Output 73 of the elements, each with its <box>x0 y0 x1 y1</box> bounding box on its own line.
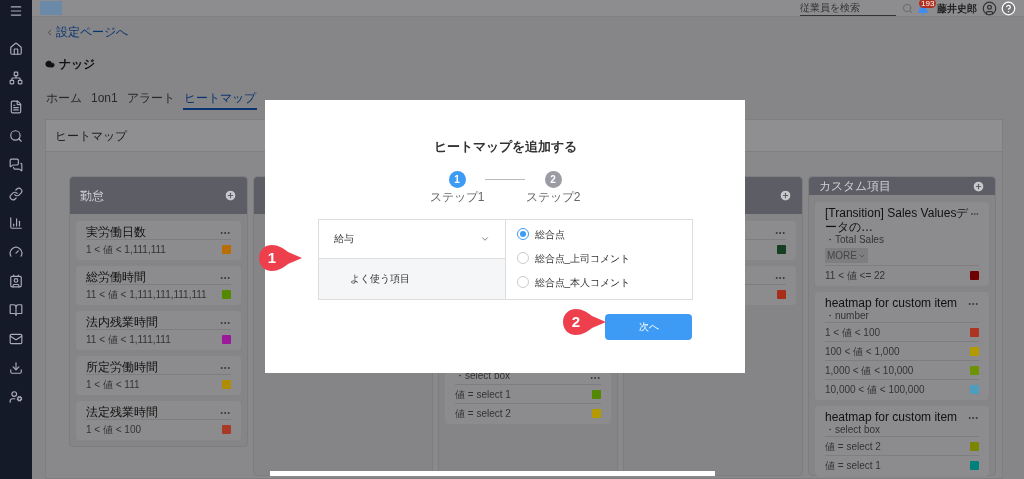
card-title: 総労働時間 <box>86 270 146 284</box>
range-label: 1 < 値 < 1,111,111 <box>86 242 166 257</box>
card-subtitle: ・Total Sales <box>825 234 885 246</box>
notification-badge: 193 <box>919 0 937 8</box>
chevron-left-icon <box>45 27 54 37</box>
add-icon[interactable] <box>224 189 237 202</box>
range-label: 11 < 値 <= 22 <box>825 268 886 283</box>
page-title: ナッジ <box>59 56 95 73</box>
chart-icon[interactable] <box>9 216 23 230</box>
document-icon[interactable] <box>9 100 23 114</box>
help-icon[interactable] <box>1001 0 1016 16</box>
more-toggle[interactable]: MORE <box>825 248 868 263</box>
column-title: 勤怠 <box>80 187 104 205</box>
range-label: 1 < 値 < 100 <box>86 422 142 437</box>
range-label: 値 = select 1 <box>825 458 881 473</box>
link-icon[interactable] <box>9 187 23 201</box>
range-label: 1 < 値 < 111 <box>86 377 140 392</box>
gauge-icon[interactable] <box>9 245 23 259</box>
card-title: [Transition] Sales Valuesデータの… <box>825 206 970 234</box>
contact-card-icon[interactable] <box>9 274 23 288</box>
callout-marker: 1 <box>258 244 302 272</box>
tab[interactable]: ヒートマップ <box>182 89 257 110</box>
range-label: 値 = select 1 <box>455 387 511 402</box>
callout-marker: 2 <box>562 308 606 336</box>
step-indicator: 2 <box>544 170 562 188</box>
chat-icon[interactable] <box>9 158 23 172</box>
card-title: 所定労働時間 <box>86 360 158 374</box>
card-title: heatmap for custom item <box>825 296 958 310</box>
tab[interactable]: アラート <box>125 89 176 110</box>
range-label: 10,000 < 値 < 100,000 <box>825 382 925 397</box>
card-subtitle: ・select box <box>825 424 882 436</box>
radio-label: 総合点 <box>534 227 565 242</box>
logo-photo-placeholder <box>40 1 62 15</box>
category-dropdown[interactable]: 給与 <box>318 219 505 259</box>
back-link[interactable]: 設定ページへ <box>56 23 128 41</box>
radio-label: 総合点_上司コメント <box>534 251 631 266</box>
book-icon[interactable] <box>9 303 23 317</box>
dialog-title: ヒートマップを追加する <box>433 138 577 156</box>
card-subtitle: ・number <box>825 310 870 322</box>
card-title: heatmap for custom item <box>825 410 958 424</box>
card-title: 法定残業時間 <box>86 405 158 419</box>
range-label: 100 < 値 < 1,000 <box>825 344 900 359</box>
card-title: 法内残業時間 <box>86 315 158 329</box>
next-button[interactable]: 次へ <box>605 313 692 340</box>
tab[interactable]: 1on1 <box>90 89 119 110</box>
tab[interactable]: ホーム <box>45 89 83 110</box>
range-label: 値 = select 2 <box>455 406 511 421</box>
step-label: ステップ2 <box>525 188 581 206</box>
add-icon[interactable] <box>972 179 985 193</box>
user-settings-icon[interactable] <box>9 390 23 404</box>
range-label: 1,000 < 値 < 10,000 <box>825 363 914 378</box>
user-name[interactable]: 藤井史郎 <box>937 0 977 16</box>
mail-icon[interactable] <box>9 332 23 346</box>
search-field[interactable]: 従業員を検索 <box>800 0 896 16</box>
step-label: ステップ1 <box>429 188 485 206</box>
range-label: 1 < 値 < 100 <box>825 325 881 340</box>
search-icon[interactable] <box>9 129 23 143</box>
download-icon[interactable] <box>9 361 23 375</box>
range-label: 11 < 値 < 1,111,111,111,111 <box>86 287 207 302</box>
sitemap-icon[interactable] <box>9 71 23 85</box>
menu-icon[interactable] <box>9 4 23 18</box>
range-label: 11 < 値 < 1,111,111 <box>86 332 171 347</box>
column-title: カスタム項目 <box>819 178 891 195</box>
cloud-icon <box>45 59 55 69</box>
add-icon[interactable] <box>779 189 792 202</box>
home-icon[interactable] <box>9 42 23 56</box>
range-label: 値 = select 2 <box>825 439 881 454</box>
category-option[interactable]: よく使う項目 <box>318 258 505 299</box>
step-indicator: 1 <box>448 170 466 188</box>
radio-label: 総合点_本人コメント <box>534 275 631 290</box>
card-title: 実労働日数 <box>86 225 146 239</box>
user-avatar-icon[interactable] <box>982 0 997 16</box>
panel-title: ヒートマップ <box>55 127 127 145</box>
